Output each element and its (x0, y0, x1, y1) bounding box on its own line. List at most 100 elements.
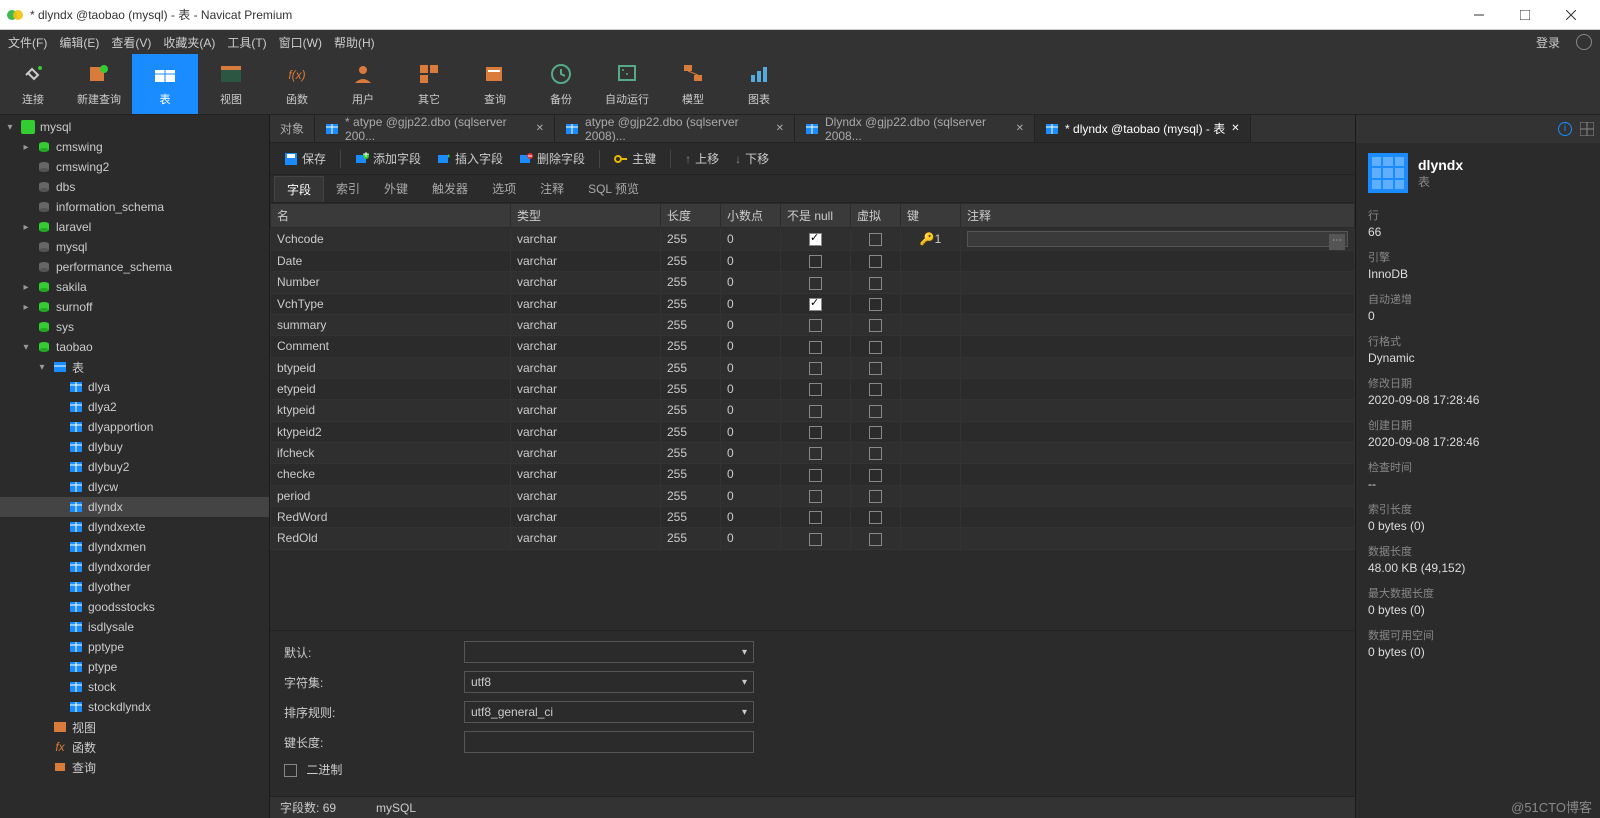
tree-node[interactable]: dlya (0, 377, 269, 397)
notnull-cell[interactable] (781, 272, 851, 293)
move-up-button[interactable]: ↑上移 (679, 148, 725, 170)
key-cell[interactable] (901, 272, 961, 293)
comment-cell[interactable] (961, 272, 1355, 293)
notnull-checkbox[interactable] (809, 447, 822, 460)
field-row[interactable]: summaryvarchar2550 (271, 314, 1355, 335)
tree-node[interactable]: dlybuy (0, 437, 269, 457)
virtual-cell[interactable] (851, 336, 901, 357)
tree-node[interactable]: dlyother (0, 577, 269, 597)
subtab[interactable]: 选项 (480, 176, 528, 201)
field-row[interactable]: etypeidvarchar2550 (271, 378, 1355, 399)
field-row[interactable]: checkevarchar2550 (271, 464, 1355, 485)
notnull-cell[interactable] (781, 464, 851, 485)
subtab[interactable]: SQL 预览 (576, 176, 651, 201)
comment-cell[interactable] (961, 442, 1355, 463)
comment-cell[interactable] (961, 464, 1355, 485)
virtual-checkbox[interactable] (869, 533, 882, 546)
virtual-checkbox[interactable] (869, 298, 882, 311)
tree-node[interactable]: ▸laravel (0, 217, 269, 237)
column-header[interactable]: 长度 (661, 204, 721, 228)
info-icon[interactable]: i (1558, 122, 1572, 136)
notnull-checkbox[interactable] (809, 490, 822, 503)
type-cell[interactable]: varchar (511, 336, 661, 357)
column-header[interactable]: 类型 (511, 204, 661, 228)
tree-node[interactable]: dlyndxorder (0, 557, 269, 577)
subtab[interactable]: 字段 (274, 176, 324, 202)
comment-cell[interactable] (961, 314, 1355, 335)
name-cell[interactable]: checke (271, 464, 511, 485)
field-row[interactable]: Commentvarchar2550 (271, 336, 1355, 357)
menu-item[interactable]: 收藏夹(A) (163, 34, 215, 51)
decimals-cell[interactable]: 0 (721, 357, 781, 378)
move-down-button[interactable]: ↓下移 (729, 148, 775, 170)
length-cell[interactable]: 255 (661, 272, 721, 293)
comment-cell[interactable] (961, 357, 1355, 378)
toolbar-backup-button[interactable]: 备份 (528, 54, 594, 114)
notnull-checkbox[interactable] (809, 405, 822, 418)
decimals-cell[interactable]: 0 (721, 251, 781, 272)
field-row[interactable]: Numbervarchar2550 (271, 272, 1355, 293)
decimals-cell[interactable]: 0 (721, 400, 781, 421)
tree-node[interactable]: ▾mysql (0, 117, 269, 137)
type-cell[interactable]: varchar (511, 314, 661, 335)
toolbar-autorun-button[interactable]: 自动运行 (594, 54, 660, 114)
key-cell[interactable] (901, 528, 961, 549)
virtual-cell[interactable] (851, 293, 901, 314)
length-cell[interactable]: 255 (661, 485, 721, 506)
tree-node[interactable]: dlyndxmen (0, 537, 269, 557)
virtual-checkbox[interactable] (869, 469, 882, 482)
virtual-checkbox[interactable] (869, 426, 882, 439)
virtual-checkbox[interactable] (869, 277, 882, 290)
editor-tab[interactable]: 对象 (270, 115, 315, 142)
name-cell[interactable]: RedWord (271, 506, 511, 527)
toolbar-view-button[interactable]: 视图 (198, 54, 264, 114)
toolbar-chart-button[interactable]: 图表 (726, 54, 792, 114)
keylen-input[interactable] (464, 731, 754, 753)
decimals-cell[interactable]: 0 (721, 442, 781, 463)
close-icon[interactable]: ✕ (536, 123, 544, 134)
toolbar-plug-button[interactable]: 连接 (0, 54, 66, 114)
notnull-cell[interactable] (781, 442, 851, 463)
field-row[interactable]: RedWordvarchar2550 (271, 506, 1355, 527)
virtual-cell[interactable] (851, 421, 901, 442)
type-cell[interactable]: varchar (511, 528, 661, 549)
virtual-cell[interactable] (851, 314, 901, 335)
column-header[interactable]: 名 (271, 204, 511, 228)
tree-node[interactable]: dbs (0, 177, 269, 197)
name-cell[interactable]: RedOld (271, 528, 511, 549)
close-button[interactable] (1548, 0, 1594, 30)
connection-tree[interactable]: ▾mysql▸cmswingcmswing2dbsinformation_sch… (0, 115, 270, 818)
virtual-cell[interactable] (851, 251, 901, 272)
key-cell[interactable] (901, 314, 961, 335)
length-cell[interactable]: 255 (661, 293, 721, 314)
login-link[interactable]: 登录 (1536, 34, 1560, 51)
comment-cell[interactable] (961, 293, 1355, 314)
notnull-cell[interactable] (781, 421, 851, 442)
charset-select[interactable]: utf8▾ (464, 671, 754, 693)
subtab[interactable]: 触发器 (420, 176, 480, 201)
type-cell[interactable]: varchar (511, 442, 661, 463)
notnull-cell[interactable] (781, 293, 851, 314)
close-icon[interactable]: ✕ (1231, 123, 1239, 134)
grid-icon[interactable] (1580, 122, 1594, 136)
notnull-cell[interactable] (781, 528, 851, 549)
name-cell[interactable]: Number (271, 272, 511, 293)
tree-node[interactable]: ▸sakila (0, 277, 269, 297)
comment-cell[interactable]: ⋯ (961, 228, 1355, 251)
name-cell[interactable]: Date (271, 251, 511, 272)
column-header[interactable]: 注释 (961, 204, 1355, 228)
notnull-cell[interactable] (781, 400, 851, 421)
primary-key-button[interactable]: 主键 (608, 148, 662, 170)
toolbar-newquery-button[interactable]: 新建查询 (66, 54, 132, 114)
type-cell[interactable]: varchar (511, 293, 661, 314)
maximize-button[interactable] (1502, 0, 1548, 30)
key-cell[interactable] (901, 336, 961, 357)
tree-node[interactable]: isdlysale (0, 617, 269, 637)
decimals-cell[interactable]: 0 (721, 293, 781, 314)
length-cell[interactable]: 255 (661, 442, 721, 463)
key-cell[interactable] (901, 400, 961, 421)
length-cell[interactable]: 255 (661, 314, 721, 335)
binary-checkbox[interactable] (284, 764, 297, 777)
menu-item[interactable]: 帮助(H) (334, 34, 375, 51)
notnull-checkbox[interactable] (809, 255, 822, 268)
